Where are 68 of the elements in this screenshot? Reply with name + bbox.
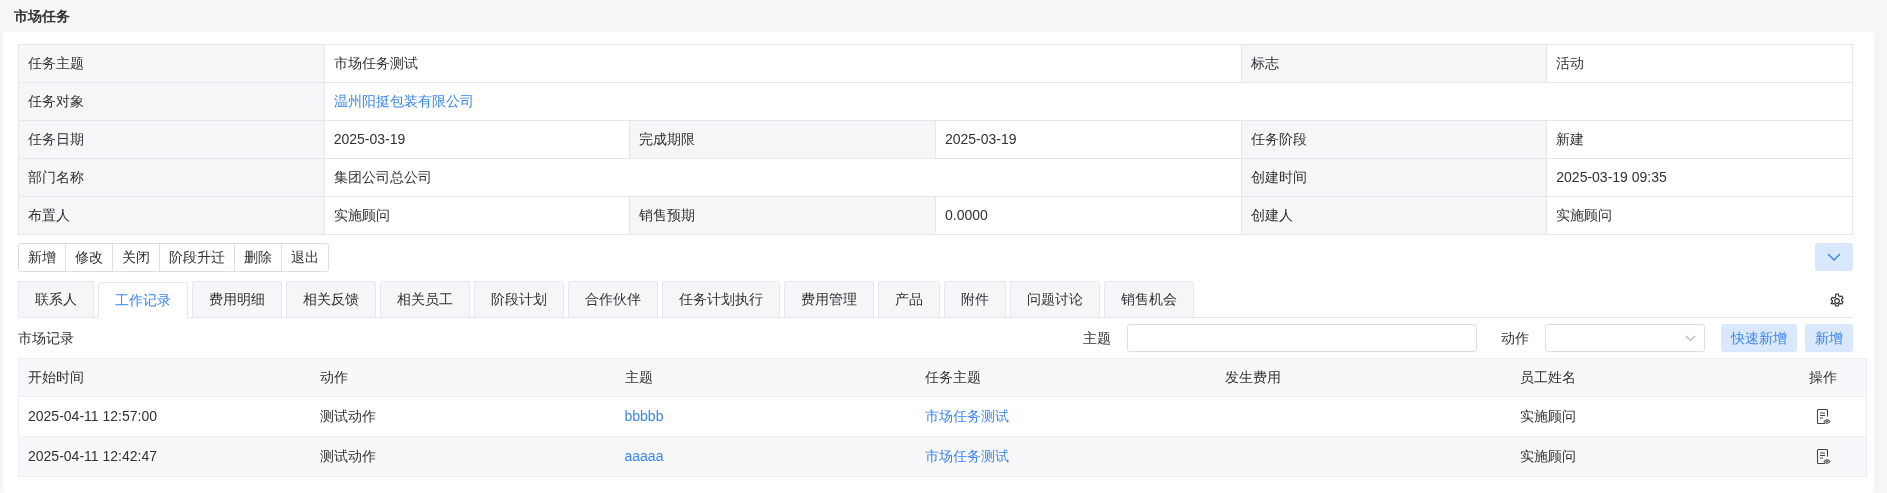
tab[interactable]: 费用明细 [192,281,282,317]
tab[interactable]: 销售机会 [1104,281,1194,317]
tab[interactable]: 工作记录 [98,282,188,318]
field-value: 实施顾问 [1556,207,1613,223]
field-label: 完成期限 [639,131,696,147]
table-link[interactable]: 市场任务测试 [924,448,1009,464]
settings-icon[interactable] [1829,293,1845,309]
chevron-down-icon [1827,252,1841,262]
field-label: 布置人 [28,207,70,223]
toolbar-button[interactable]: 新增 [18,243,66,272]
field-label: 任务日期 [28,131,84,147]
table-link[interactable]: 市场任务测试 [924,408,1009,424]
chevron-down-icon [1685,334,1696,342]
table-link[interactable]: bbbbb [624,408,664,424]
field-label: 创建时间 [1250,169,1307,185]
filter-label: 动作 [1501,328,1529,348]
tab[interactable]: 附件 [944,281,1006,317]
field-label: 任务主题 [28,55,84,71]
column-header: 动作 [319,369,348,385]
tab[interactable]: 任务计划执行 [662,281,780,317]
field-value: 市场任务测试 [333,55,418,71]
customer-link[interactable]: 温州阳挺包装有限公司 [333,93,474,109]
table-cell: 实施顾问 [1519,448,1576,464]
tab[interactable]: 费用管理 [784,281,874,317]
section-title: 市场记录 [18,328,74,348]
field-label: 创建人 [1250,207,1293,223]
tab[interactable]: 产品 [878,281,940,317]
field-value: 实施顾问 [333,207,390,223]
field-value: 0.0000 [944,207,988,223]
toolbar-button[interactable]: 修改 [65,243,113,272]
column-header: 任务主题 [924,369,981,385]
field-label: 任务阶段 [1250,131,1307,147]
toolbar-button[interactable]: 删除 [234,243,282,272]
column-header: 主题 [624,369,653,385]
table-cell: 实施顾问 [1519,408,1576,424]
filter-label: 主题 [1083,328,1111,348]
field-value: 2025-03-19 [333,131,406,147]
select-field[interactable] [1545,324,1705,352]
tab[interactable]: 阶段计划 [474,281,564,317]
field-value: 新建 [1556,131,1585,147]
field-value: 集团公司总公司 [333,169,432,185]
table-cell: 2025-04-11 12:42:47 [28,448,157,464]
column-header: 员工姓名 [1519,369,1576,385]
page-title: 市场任务 [14,8,70,24]
column-header: 发生费用 [1224,369,1281,385]
column-header: 开始时间 [28,369,84,385]
tab[interactable]: 联系人 [18,281,94,317]
text-field[interactable] [1127,324,1477,352]
table-cell: 测试动作 [319,408,376,424]
toolbar-button[interactable]: 关闭 [112,243,160,272]
table-cell: 2025-04-11 12:57:00 [28,408,157,424]
tab[interactable]: 合作伙伴 [568,281,658,317]
field-label: 任务对象 [28,93,84,109]
view-document-icon[interactable] [1815,409,1831,426]
view-document-icon[interactable] [1815,449,1831,466]
field-label: 标志 [1250,55,1279,71]
field-value: 2025-03-19 [944,131,1017,147]
tab[interactable]: 相关员工 [380,281,470,317]
field-value: 2025-03-19 09:35 [1556,169,1667,185]
table-cell: 测试动作 [319,448,376,464]
tab[interactable]: 问题讨论 [1010,281,1100,317]
field-label: 销售预期 [639,207,696,223]
field-label: 部门名称 [28,169,84,185]
toolbar-button[interactable]: 退出 [281,243,329,272]
column-header: 操作 [1809,369,1838,385]
toolbar-button[interactable]: 阶段升迁 [159,243,235,272]
tab[interactable]: 相关反馈 [286,281,376,317]
field-value: 活动 [1556,55,1585,71]
